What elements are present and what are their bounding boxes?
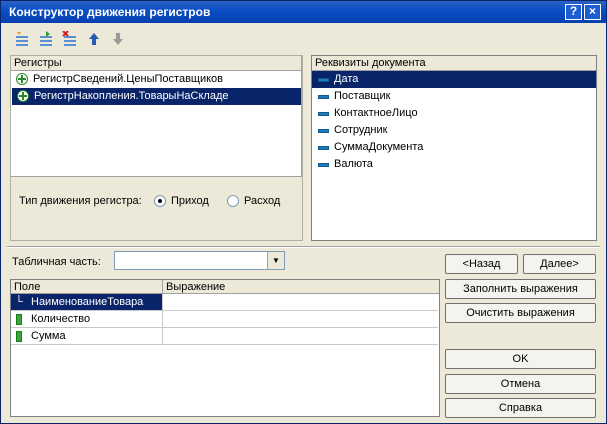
attribute-icon <box>318 112 329 116</box>
registers-list: Регистры РегистрСведений.ЦеныПоставщиков… <box>11 56 302 177</box>
requisite-label: СуммаДокумента <box>334 141 424 153</box>
field-cell[interactable]: └ НаименованиеТовара <box>11 294 163 311</box>
requisite-item[interactable]: КонтактноеЛицо <box>312 105 596 122</box>
table-part-select[interactable]: ▼ <box>114 251 285 270</box>
movement-type-label: Тип движения регистра: <box>19 195 142 207</box>
field-label: Сумма <box>31 330 66 342</box>
close-button[interactable]: × <box>584 4 601 20</box>
move-up-icon[interactable] <box>85 31 103 49</box>
expression-cell[interactable] <box>163 311 438 328</box>
next-button[interactable]: Далее> <box>523 254 596 274</box>
table-part-label: Табличная часть: <box>12 256 101 268</box>
requisites-list: Реквизиты документа Дата Поставщик Конта… <box>311 55 597 241</box>
register-item[interactable]: РегистрСведений.ЦеныПоставщиков <box>11 71 301 88</box>
requisite-item[interactable]: СуммаДокумента <box>312 139 596 156</box>
divider <box>7 246 600 248</box>
field-icon <box>16 314 22 325</box>
requisite-item[interactable]: Поставщик <box>312 88 596 105</box>
requisites-header: Реквизиты документа <box>312 56 596 71</box>
dialog-window: Конструктор движения регистров ? × Регис… <box>0 0 607 424</box>
radio-income-label[interactable]: Приход <box>171 195 209 207</box>
field-cell[interactable]: Сумма <box>11 328 163 345</box>
fields-grid: Поле Выражение └ НаименованиеТовара Коли… <box>10 279 440 417</box>
register-item[interactable]: РегистрНакопления.ТоварыНаСкладе <box>12 88 301 105</box>
radio-expense[interactable] <box>227 195 239 207</box>
table-row[interactable]: Количество <box>11 311 438 328</box>
window-title: Конструктор движения регистров <box>9 5 211 19</box>
registers-header: Регистры <box>11 56 301 71</box>
cancel-button[interactable]: Отмена <box>445 374 596 394</box>
field-label: НаименованиеТовара <box>31 296 144 308</box>
chevron-down-icon[interactable]: ▼ <box>267 252 284 269</box>
attribute-icon <box>318 129 329 133</box>
move-down-icon[interactable] <box>109 31 127 49</box>
delete-register-icon[interactable] <box>61 30 79 49</box>
title-bar[interactable]: Конструктор движения регистров ? × <box>1 1 606 23</box>
registers-group: Регистры РегистрСведений.ЦеныПоставщиков… <box>10 55 303 241</box>
field-cell[interactable]: Количество <box>11 311 163 328</box>
plus-icon <box>16 73 28 85</box>
back-button[interactable]: <Назад <box>445 254 518 274</box>
radio-income[interactable] <box>154 195 166 207</box>
register-label: РегистрНакопления.ТоварыНаСкладе <box>34 90 229 102</box>
radio-expense-label[interactable]: Расход <box>244 195 280 207</box>
expression-cell[interactable] <box>163 294 438 311</box>
attribute-icon <box>318 95 329 99</box>
plus-icon <box>17 90 29 102</box>
ok-button[interactable]: OK <box>445 349 596 369</box>
expression-cell[interactable] <box>163 328 438 345</box>
help-title-button[interactable]: ? <box>565 4 582 20</box>
table-row[interactable]: └ НаименованиеТовара <box>11 294 438 311</box>
attribute-icon <box>318 146 329 150</box>
attribute-icon <box>318 163 329 167</box>
add-register-icon[interactable] <box>13 31 31 49</box>
requisite-item[interactable]: Валюта <box>312 156 596 173</box>
field-icon <box>16 331 22 342</box>
register-label: РегистрСведений.ЦеныПоставщиков <box>33 73 224 85</box>
requisite-label: Валюта <box>334 158 373 170</box>
requisite-label: Дата <box>334 73 359 85</box>
fill-expressions-button[interactable]: Заполнить выражения <box>445 279 596 299</box>
requisite-label: Поставщик <box>334 90 391 102</box>
requisite-item[interactable]: Дата <box>312 71 596 88</box>
help-button[interactable]: Справка <box>445 398 596 418</box>
requisite-label: Сотрудник <box>334 124 388 136</box>
field-label: Количество <box>31 313 91 325</box>
tree-branch-icon: └ <box>15 296 23 308</box>
attribute-icon <box>318 78 329 82</box>
column-header-expression[interactable]: Выражение <box>163 280 439 294</box>
add-register-all-icon[interactable] <box>37 31 55 49</box>
requisite-item[interactable]: Сотрудник <box>312 122 596 139</box>
column-header-field[interactable]: Поле <box>11 280 163 294</box>
requisite-label: КонтактноеЛицо <box>334 107 418 119</box>
clear-expressions-button[interactable]: Очистить выражения <box>445 303 596 323</box>
table-row[interactable]: Сумма <box>11 328 438 345</box>
